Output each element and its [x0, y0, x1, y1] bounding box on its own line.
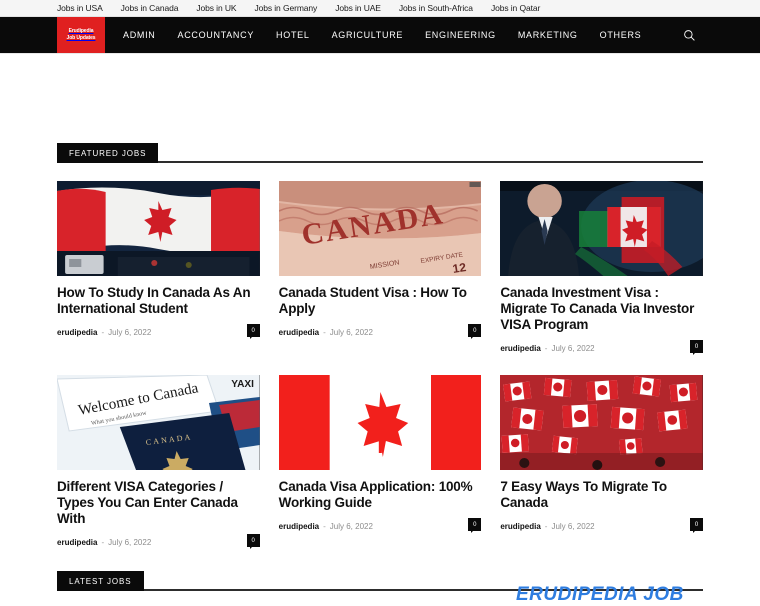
card-title[interactable]: Canada Visa Application: 100% Working Gu…	[279, 479, 482, 511]
page-content: FEATURED JOBS How To Study In Canada As …	[0, 54, 760, 606]
card-thumbnail-canada-flag-street[interactable]	[57, 181, 260, 276]
card-author[interactable]: erudipedia	[279, 522, 319, 531]
nav-item-marketing[interactable]: MARKETING	[518, 30, 578, 40]
card-meta: erudipedia - July 6, 2022 0	[279, 324, 482, 339]
site-logo[interactable]: Erudipedia Job Updates	[57, 17, 105, 53]
svg-text:12: 12	[451, 260, 467, 276]
card-title[interactable]: Different VISA Categories / Types You Ca…	[57, 479, 260, 527]
logo-line-one: Erudipedia	[68, 28, 94, 34]
card-date: July 6, 2022	[329, 327, 373, 337]
card-thumbnail-canada-flag-graphic[interactable]	[278, 375, 482, 470]
nav-item-admin[interactable]: ADMIN	[123, 30, 156, 40]
card-meta: erudipedia - July 6, 2022 0	[57, 534, 260, 549]
card-author[interactable]: erudipedia	[279, 328, 319, 337]
featured-jobs-label: FEATURED JOBS	[57, 143, 159, 163]
topbar-link-jobs-qatar[interactable]: Jobs in Qatar	[491, 3, 540, 13]
meta-separator: -	[323, 327, 326, 337]
latest-jobs-rule	[143, 589, 703, 591]
card-thumbnail-welcome-to-canada-passport[interactable]: Welcome to Canada What you should know C…	[57, 375, 260, 470]
card-meta: erudipedia - July 6, 2022 0	[279, 518, 482, 533]
topbar-link-jobs-canada[interactable]: Jobs in Canada	[121, 3, 179, 13]
featured-card[interactable]: Canada Investment Visa : Migrate To Cana…	[500, 181, 703, 355]
search-icon[interactable]	[680, 26, 698, 44]
comment-count-badge[interactable]: 0	[468, 518, 482, 533]
card-thumbnail-businessman-canada-map[interactable]	[500, 181, 703, 276]
latest-jobs-section-header: LATEST JOBS	[57, 571, 703, 591]
card-title[interactable]: Canada Student Visa : How To Apply	[279, 285, 482, 317]
card-date: July 6, 2022	[108, 327, 152, 337]
featured-card[interactable]: Welcome to Canada What you should know C…	[57, 375, 260, 549]
card-title[interactable]: How To Study In Canada As An Internation…	[57, 285, 260, 317]
meta-separator: -	[323, 521, 326, 531]
comment-count-badge[interactable]: 0	[468, 324, 482, 339]
nav-item-agriculture[interactable]: AGRICULTURE	[332, 30, 404, 40]
top-utility-bar: Jobs in USA Jobs in Canada Jobs in UK Jo…	[0, 0, 760, 17]
featured-jobs-section-header: FEATURED JOBS	[57, 143, 703, 163]
advertisement-placeholder	[57, 54, 703, 143]
topbar-link-jobs-uk[interactable]: Jobs in UK	[196, 3, 236, 13]
card-meta: erudipedia - July 6, 2022 0	[500, 340, 703, 355]
card-date: July 6, 2022	[329, 521, 373, 531]
card-date: July 6, 2022	[551, 343, 595, 353]
featured-card[interactable]: CANADA MISSION EXPIRY DATE 12 Canada Stu…	[278, 181, 482, 355]
topbar-link-jobs-germany[interactable]: Jobs in Germany	[254, 3, 317, 13]
nav-item-engineering[interactable]: ENGINEERING	[425, 30, 496, 40]
featured-jobs-rule	[158, 161, 703, 163]
nav-item-hotel[interactable]: HOTEL	[276, 30, 310, 40]
comment-count-badge[interactable]: 0	[246, 324, 260, 339]
card-date: July 6, 2022	[108, 537, 152, 547]
topbar-link-jobs-usa[interactable]: Jobs in USA	[57, 3, 103, 13]
card-author[interactable]: erudipedia	[57, 328, 97, 337]
main-navigation-bar: Erudipedia Job Updates ADMIN ACCOUNTANCY…	[0, 17, 760, 53]
card-title[interactable]: 7 Easy Ways To Migrate To Canada	[500, 479, 703, 511]
meta-separator: -	[101, 327, 105, 337]
latest-jobs-label: LATEST JOBS	[57, 571, 144, 591]
topbar-link-jobs-uae[interactable]: Jobs in UAE	[335, 3, 381, 13]
latest-jobs-section: LATEST JOBS How To Study In Canada As An…	[57, 571, 703, 606]
card-thumbnail-canada-visa-stamp[interactable]: CANADA MISSION EXPIRY DATE 12	[278, 181, 482, 276]
logo-line-two: Job Updates	[66, 35, 96, 41]
featured-card[interactable]: Canada Visa Application: 100% Working Gu…	[278, 375, 482, 549]
meta-separator: -	[544, 521, 548, 531]
nav-item-accountancy[interactable]: ACCOUNTANCY	[178, 30, 255, 40]
featured-card[interactable]: How To Study In Canada As An Internation…	[57, 181, 260, 355]
nav-item-others[interactable]: OTHERS	[600, 30, 642, 40]
featured-jobs-grid: How To Study In Canada As An Internation…	[57, 181, 703, 549]
card-meta: erudipedia - July 6, 2022 0	[500, 518, 703, 533]
svg-text:YAXI: YAXI	[231, 379, 254, 390]
card-title[interactable]: Canada Investment Visa : Migrate To Cana…	[500, 285, 703, 333]
card-meta: erudipedia - July 6, 2022 0	[57, 324, 260, 339]
nav-menu: ADMIN ACCOUNTANCY HOTEL AGRICULTURE ENGI…	[123, 30, 663, 40]
meta-separator: -	[544, 343, 548, 353]
card-author[interactable]: erudipedia	[500, 344, 540, 353]
card-date: July 6, 2022	[551, 521, 595, 531]
card-thumbnail-canada-flags-crowd[interactable]	[500, 375, 703, 470]
card-author[interactable]: erudipedia	[57, 538, 97, 547]
comment-count-badge[interactable]: 0	[246, 534, 260, 549]
card-author[interactable]: erudipedia	[500, 522, 540, 531]
comment-count-badge[interactable]: 0	[690, 518, 703, 533]
meta-separator: -	[101, 537, 105, 547]
comment-count-badge[interactable]: 0	[690, 340, 703, 355]
topbar-link-jobs-south-africa[interactable]: Jobs in South-Africa	[399, 3, 473, 13]
featured-card[interactable]: 7 Easy Ways To Migrate To Canada erudipe…	[500, 375, 703, 549]
